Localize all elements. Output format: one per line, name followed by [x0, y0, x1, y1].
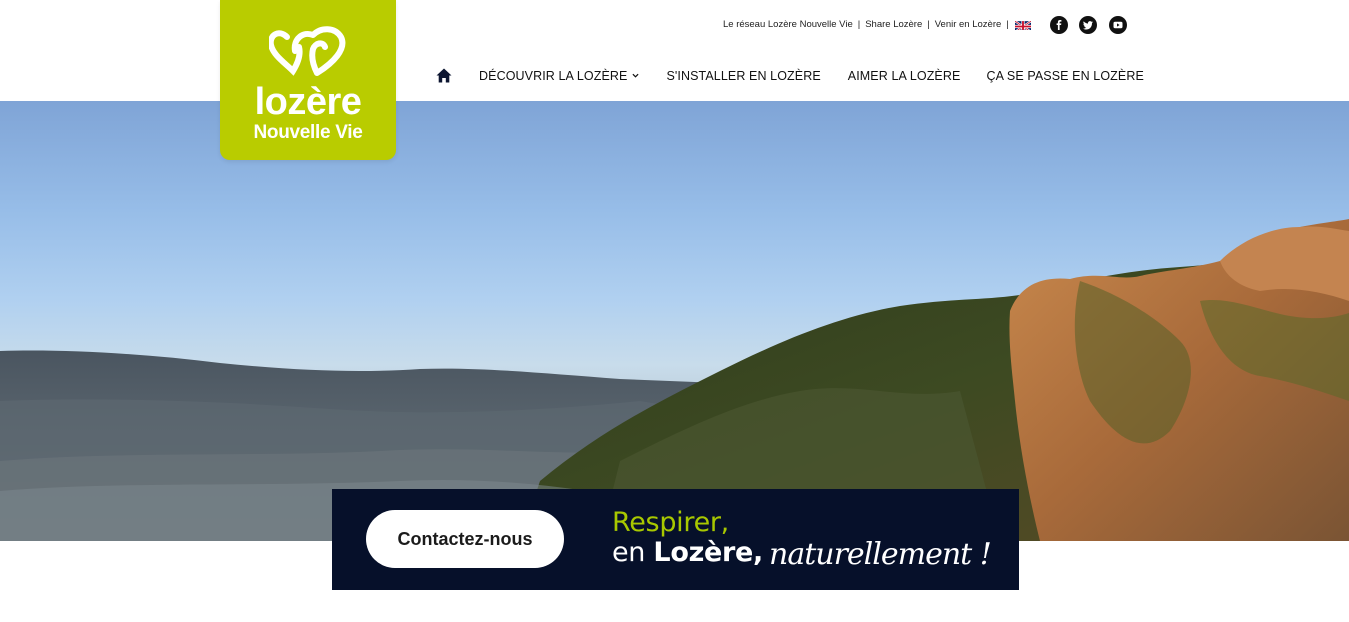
slogan-line-1: Respirer,: [612, 507, 729, 538]
nav-item-sinstaller[interactable]: S'INSTALLER EN LOZÈRE: [666, 69, 820, 83]
home-icon[interactable]: [436, 68, 452, 83]
facebook-icon[interactable]: [1050, 16, 1068, 34]
hero-image: [0, 101, 1349, 541]
chevron-down-icon: [632, 73, 640, 78]
heart-logo-icon: [269, 26, 346, 76]
top-links: Le réseau Lozère Nouvelle Vie | Share Lo…: [723, 19, 1014, 30]
top-link-reseau[interactable]: Le réseau Lozère Nouvelle Vie: [723, 19, 853, 30]
nav-item-aimer[interactable]: AIMER LA LOZÈRE: [848, 69, 961, 83]
landscape-photo: [0, 219, 1349, 541]
youtube-icon[interactable]: [1109, 16, 1127, 34]
separator: |: [1006, 19, 1009, 30]
nav-item-label: DÉCOUVRIR LA LOZÈRE: [479, 68, 628, 83]
separator: |: [927, 19, 930, 30]
nav-item-ca-se-passe[interactable]: ÇA SE PASSE EN LOZÈRE: [986, 69, 1143, 83]
slogan-prefix: en: [612, 537, 646, 568]
site-logo[interactable]: lozère Nouvelle Vie: [220, 0, 396, 160]
twitter-icon[interactable]: [1079, 16, 1097, 34]
logo-subtitle: Nouvelle Vie: [253, 122, 363, 143]
slogan-line-2: en Lozère,: [612, 537, 763, 568]
contact-button[interactable]: Contactez-nous: [366, 510, 564, 568]
site-header: Le réseau Lozère Nouvelle Vie | Share Lo…: [0, 0, 1349, 101]
top-link-venir[interactable]: Venir en Lozère: [935, 19, 1002, 30]
main-nav: DÉCOUVRIR LA LOZÈRE S'INSTALLER EN LOZÈR…: [436, 68, 1144, 83]
nav-item-decouvrir[interactable]: DÉCOUVRIR LA LOZÈRE: [479, 68, 640, 83]
slogan-handwritten: naturellement !: [769, 537, 992, 572]
uk-flag-icon[interactable]: [1015, 19, 1031, 30]
cta-banner: Contactez-nous Respirer, en Lozère, natu…: [332, 489, 1019, 590]
logo-title: lozère: [254, 81, 362, 123]
separator: |: [857, 19, 861, 30]
slogan-lozere: Lozère,: [653, 537, 763, 568]
top-link-share[interactable]: Share Lozère: [865, 19, 922, 30]
